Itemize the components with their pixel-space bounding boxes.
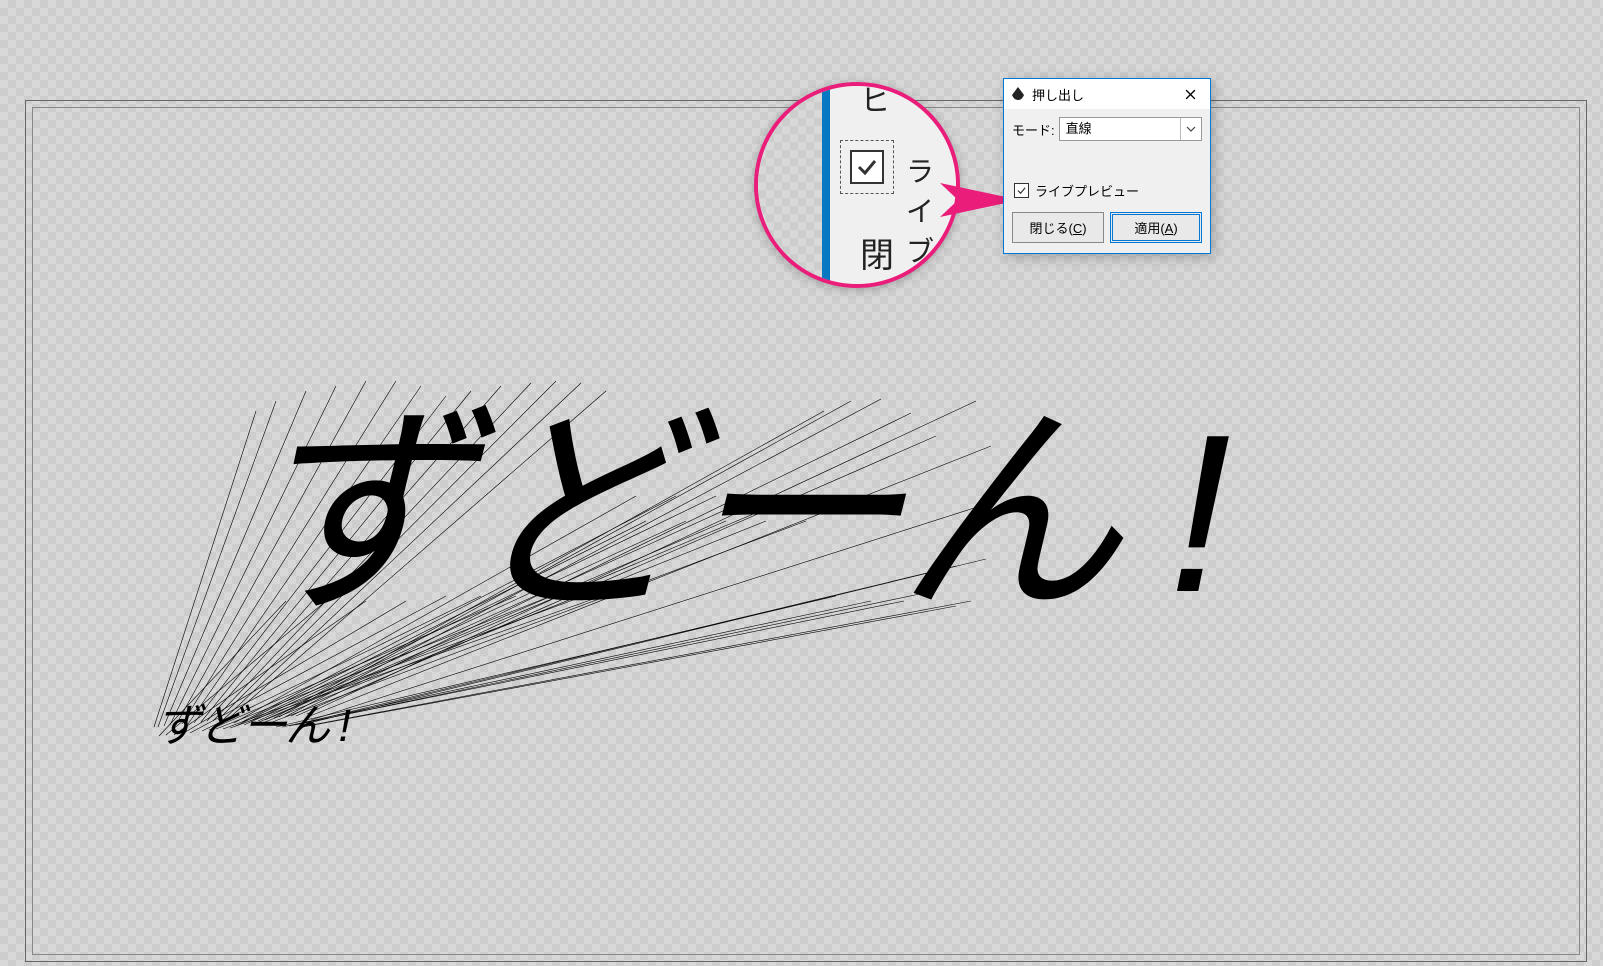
mode-label: モード: xyxy=(1012,120,1055,139)
live-preview-checkbox[interactable] xyxy=(1014,183,1029,198)
inkscape-icon xyxy=(1010,86,1026,102)
live-preview-label: ライブプレビュー xyxy=(1035,181,1139,200)
chevron-down-icon xyxy=(1186,126,1196,132)
close-icon xyxy=(1185,89,1196,100)
magnifier-bottom-fragment: 閉 xyxy=(860,228,894,277)
apply-btn-key: A xyxy=(1165,221,1174,236)
combobox-button[interactable] xyxy=(1180,118,1201,140)
apply-button[interactable]: 適用(A) xyxy=(1110,212,1202,243)
magnifier-top-fragment: ヒ xyxy=(860,82,890,120)
dialog-title: 押し出し xyxy=(1032,85,1170,104)
mode-combobox[interactable]: 直線 xyxy=(1059,117,1202,141)
magnifier-checkbox xyxy=(850,150,884,184)
check-icon xyxy=(1017,186,1026,195)
check-icon xyxy=(857,157,877,177)
close-button[interactable] xyxy=(1170,80,1210,108)
apply-btn-label: 適用 xyxy=(1134,221,1160,236)
magnifier-checkbox-focus xyxy=(840,140,894,194)
magnifier-callout: ヒ ライブ 閉 xyxy=(754,82,960,288)
close-btn-label: 閉じる xyxy=(1029,221,1068,236)
close-btn-key: C xyxy=(1073,221,1082,236)
mode-value: 直線 xyxy=(1060,118,1180,140)
extrude-dialog: 押し出し モード: 直線 ライブプレビュー xyxy=(1003,78,1211,254)
close-dialog-button[interactable]: 閉じる(C) xyxy=(1012,212,1104,243)
dialog-titlebar[interactable]: 押し出し xyxy=(1004,79,1210,109)
